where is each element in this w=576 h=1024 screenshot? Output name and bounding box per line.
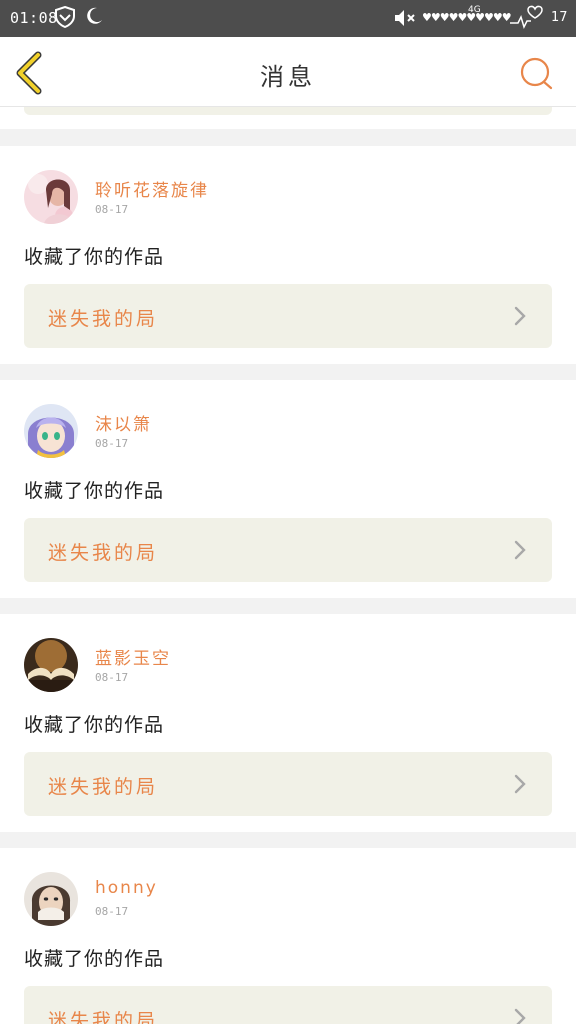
previous-card-remnant (0, 107, 576, 129)
mute-icon (395, 10, 415, 26)
username[interactable]: 蓝影玉空 (95, 644, 171, 669)
work-title: 迷失我的局 (48, 542, 159, 564)
avatar[interactable] (24, 872, 78, 926)
username[interactable]: 聆听花落旋律 (95, 176, 209, 201)
previous-work-link[interactable] (24, 107, 552, 115)
message-card: 沫以箫 08-17 收藏了你的作品 迷失我的局 (0, 380, 576, 598)
action-text: 收藏了你的作品 (24, 948, 165, 970)
message-card: honny 08-17 收藏了你的作品 迷失我的局 (0, 848, 576, 1024)
username[interactable]: honny (95, 878, 158, 898)
page-title: 消息 (260, 63, 316, 91)
shield-icon (55, 6, 75, 28)
action-text: 收藏了你的作品 (24, 480, 165, 502)
message-date: 08-17 (95, 671, 129, 684)
work-link[interactable]: 迷失我的局 (24, 752, 552, 816)
message-date: 08-17 (95, 437, 129, 450)
action-text: 收藏了你的作品 (24, 714, 165, 736)
action-text: 收藏了你的作品 (24, 246, 165, 268)
work-link[interactable]: 迷失我的局 (24, 284, 552, 348)
avatar[interactable] (24, 170, 78, 224)
username[interactable]: 沫以箫 (95, 410, 152, 435)
battery-level: 17 (551, 10, 568, 25)
avatar[interactable] (24, 638, 78, 692)
message-date: 08-17 (95, 203, 129, 216)
search-icon[interactable] (518, 55, 554, 91)
work-title: 迷失我的局 (48, 1010, 159, 1024)
message-card: 蓝影玉空 08-17 收藏了你的作品 迷失我的局 (0, 614, 576, 832)
avatar[interactable] (24, 404, 78, 458)
work-title: 迷失我的局 (48, 308, 159, 330)
chevron-right-icon (514, 774, 526, 794)
signal-dots: ♥♥♥♥♥♥♥♥♥♥ (422, 11, 512, 24)
status-time: 01:08 (10, 9, 58, 27)
network-type: 4G (468, 5, 481, 15)
status-bar: 01:08 ♥♥♥♥♥♥♥♥♥♥ 4G 17 (0, 0, 576, 37)
app-header: 消息 (0, 37, 576, 107)
work-title: 迷失我的局 (48, 776, 159, 798)
chevron-right-icon (514, 1008, 526, 1024)
work-link[interactable]: 迷失我的局 (24, 518, 552, 582)
moon-icon (87, 7, 102, 24)
work-link[interactable]: 迷失我的局 (24, 986, 552, 1024)
message-date: 08-17 (95, 905, 129, 918)
chevron-right-icon (514, 306, 526, 326)
chevron-right-icon (514, 540, 526, 560)
heartbeat-icon (510, 5, 543, 30)
message-card: 聆听花落旋律 08-17 收藏了你的作品 迷失我的局 (0, 146, 576, 364)
